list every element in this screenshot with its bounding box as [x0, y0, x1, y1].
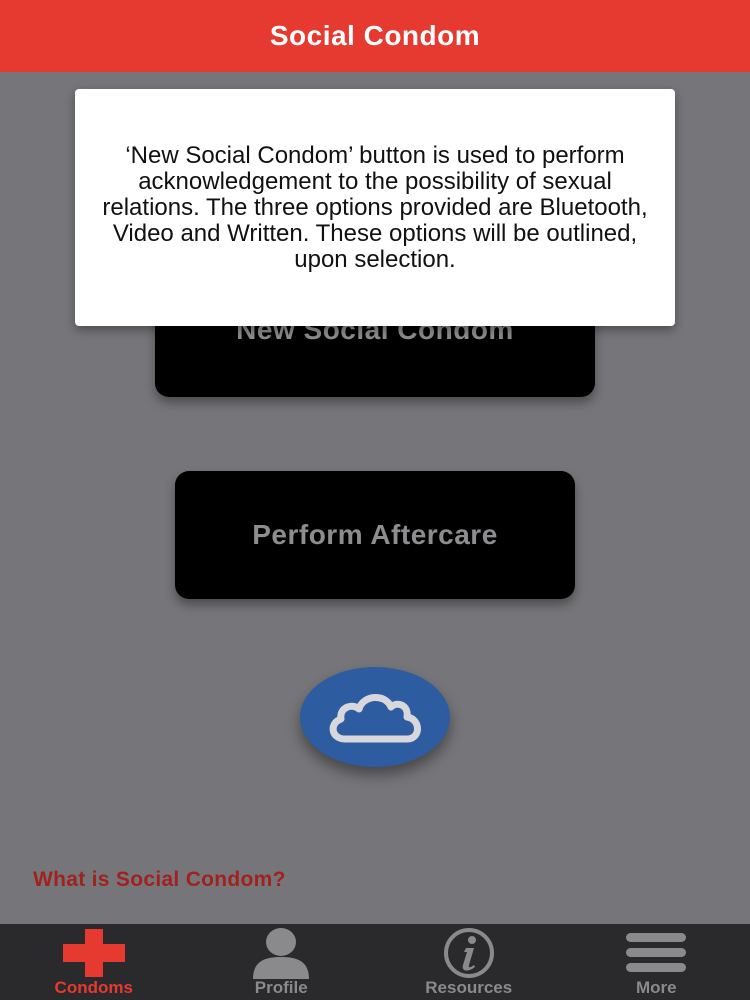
tab-label: Condoms — [54, 978, 133, 997]
tooltip-text: ‘New Social Condom’ button is used to pe… — [102, 141, 648, 273]
help-tooltip: ‘New Social Condom’ button is used to pe… — [75, 89, 675, 326]
app-header: Social Condom — [0, 0, 750, 72]
tab-resources[interactable]: Resources — [375, 924, 563, 1000]
info-icon — [443, 928, 494, 978]
tab-bar: Condoms Profile Resources More — [0, 924, 750, 1000]
tab-profile[interactable]: Profile — [188, 924, 376, 1000]
person-icon — [253, 928, 310, 979]
tab-label: Profile — [254, 978, 308, 997]
tab-label: More — [635, 978, 677, 997]
tab-label: Resources — [425, 978, 513, 997]
tab-more[interactable]: More — [563, 924, 750, 1000]
cloud-button[interactable] — [300, 667, 450, 767]
tab-condoms[interactable]: Condoms — [0, 924, 188, 1000]
cloud-icon — [329, 694, 421, 743]
perform-aftercare-button[interactable]: Perform Aftercare — [175, 471, 575, 599]
red-cross-icon — [62, 929, 125, 977]
menu-icon — [626, 933, 687, 972]
page-title: Social Condom — [269, 20, 481, 51]
what-is-social-condom-link[interactable]: What is Social Condom? — [33, 868, 286, 892]
